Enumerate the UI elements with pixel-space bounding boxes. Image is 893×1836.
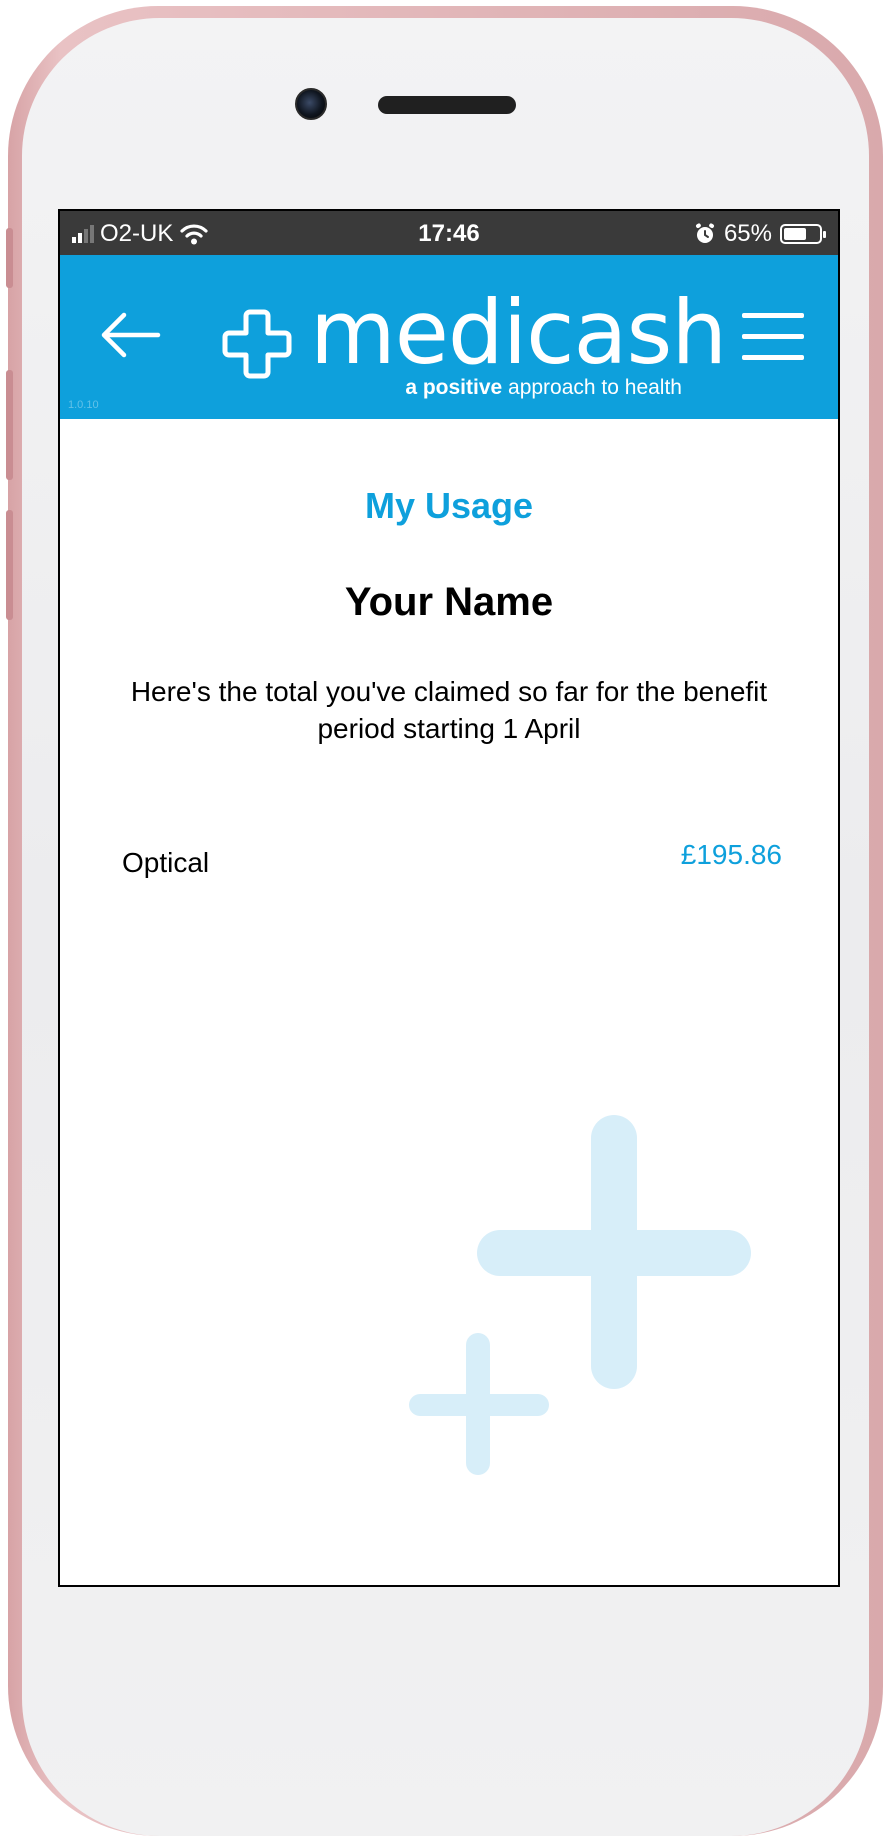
logo-wordmark: medicash xyxy=(310,281,727,384)
status-right: 65% xyxy=(694,220,826,248)
alarm-clock-icon xyxy=(695,223,714,243)
page-title: My Usage xyxy=(364,485,534,526)
back-button[interactable] xyxy=(98,310,162,360)
user-name: Your Name xyxy=(344,580,554,624)
hamburger-menu-icon xyxy=(742,313,804,360)
earpiece-speaker xyxy=(378,96,516,114)
app-header: medicash a positive approach to health 1… xyxy=(60,255,838,419)
tagline-rest: approach to health xyxy=(502,376,682,399)
tagline-bold: a positive xyxy=(405,376,503,399)
volume-down-button xyxy=(6,510,13,620)
menu-button[interactable] xyxy=(742,313,804,361)
usage-amount: £195.86 xyxy=(680,839,782,870)
usage-row-optical: Optical £195.86 xyxy=(122,839,782,885)
battery-fill xyxy=(784,228,806,240)
status-bar: O2-UK 17:46 65% xyxy=(60,211,838,255)
app-version: 1.0.10 xyxy=(68,399,99,411)
medicash-logo: medicash a positive approach to health xyxy=(220,289,727,402)
battery-percent: 65% xyxy=(723,220,772,247)
battery-icon xyxy=(780,224,826,244)
logo-tagline: a positive approach to health xyxy=(405,377,682,398)
arrow-left-icon xyxy=(101,312,161,358)
usage-intro-text: Here's the total you've claimed so far f… xyxy=(130,676,768,744)
mute-switch xyxy=(6,228,13,288)
front-camera xyxy=(295,88,327,120)
usage-category: Optical xyxy=(122,847,210,878)
medical-cross-logo-icon xyxy=(222,309,292,379)
phone-screen: O2-UK 17:46 65% medicash a positive appr… xyxy=(58,209,840,1587)
volume-up-button xyxy=(6,370,13,480)
